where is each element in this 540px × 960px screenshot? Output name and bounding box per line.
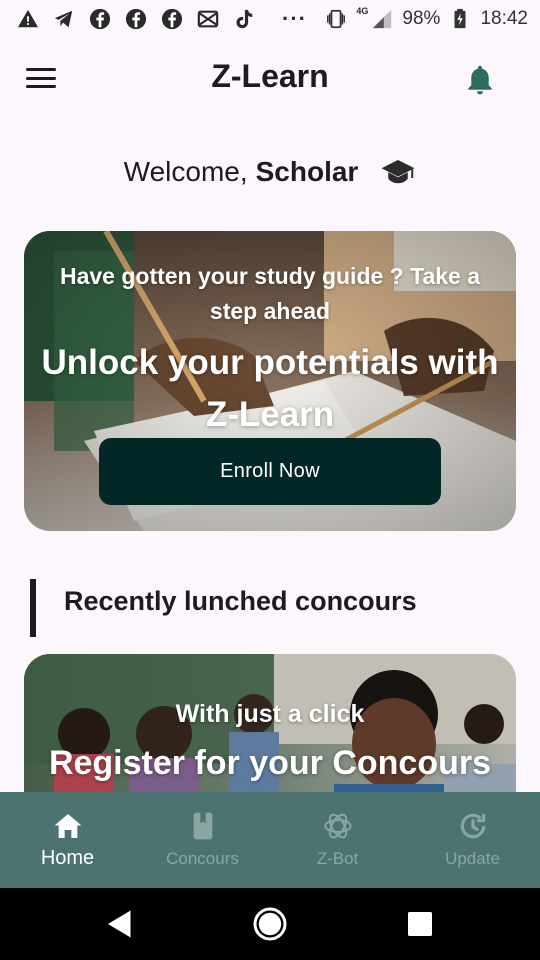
bottom-navigation: Home Concours Z-Bot Update xyxy=(0,792,540,888)
nav-label-z-bot: Z-Bot xyxy=(316,849,359,868)
more-notifications-indicator: ··· xyxy=(282,6,307,31)
section-title: Recently lunched concours xyxy=(64,586,417,616)
app-title: Z-Learn xyxy=(211,58,329,94)
system-status: 4G 98% 18:42 xyxy=(324,6,528,31)
bell-icon xyxy=(468,65,492,95)
nav-item-update[interactable]: Update xyxy=(405,792,540,888)
recent-apps-icon[interactable] xyxy=(402,906,438,942)
notification-icons: ··· xyxy=(16,7,307,31)
welcome-username: Scholar xyxy=(255,156,359,187)
section-accent-bar xyxy=(30,579,36,637)
concours-card-subtitle: With just a click xyxy=(175,700,365,728)
battery-charging-icon xyxy=(448,7,472,31)
clock: 18:42 xyxy=(480,8,528,29)
mail-icon xyxy=(196,7,220,31)
vibrate-icon xyxy=(324,7,348,31)
ai-bot-icon xyxy=(323,813,352,839)
welcome-greeting: Welcome, xyxy=(123,156,248,187)
enroll-now-button[interactable]: Enroll Now xyxy=(99,438,441,505)
concours-card-title: Register for your Concours xyxy=(48,744,492,782)
enroll-banner-card: Have gotten your study guide ? Take a st… xyxy=(24,231,516,531)
banner-title: Unlock your potentials with Z-Learn xyxy=(41,343,499,434)
tiktok-icon xyxy=(232,7,256,31)
nav-label-update: Update xyxy=(445,849,500,868)
nav-label-home: Home xyxy=(40,847,95,869)
book-icon xyxy=(193,812,212,840)
battery-percentage: 98% xyxy=(402,8,441,29)
update-icon xyxy=(460,813,485,839)
system-navigation-bar xyxy=(0,888,540,960)
facebook-icon xyxy=(160,7,184,31)
nav-label-concours: Concours xyxy=(166,849,239,868)
app-bar: Z-Learn xyxy=(0,38,540,118)
facebook-icon xyxy=(124,7,148,31)
status-bar: ··· 4G 98% 18:42 xyxy=(0,0,540,38)
facebook-icon xyxy=(88,7,112,31)
banner-subtitle: Have gotten your study guide ? Take a st… xyxy=(59,263,481,324)
nav-item-home[interactable]: Home xyxy=(0,792,135,888)
home-icon xyxy=(54,814,81,838)
home-button-icon[interactable] xyxy=(252,906,288,942)
graduation-cap-icon xyxy=(381,160,415,184)
nav-item-concours[interactable]: Concours xyxy=(135,792,270,888)
welcome-message: Welcome, Scholar xyxy=(0,150,540,194)
notifications-button[interactable] xyxy=(462,62,498,98)
back-icon[interactable] xyxy=(102,906,138,942)
network-type: 4G xyxy=(356,6,369,16)
nav-item-z-bot[interactable]: Z-Bot xyxy=(270,792,405,888)
signal-icon xyxy=(370,7,394,31)
warning-icon xyxy=(16,7,40,31)
telegram-icon xyxy=(52,7,76,31)
